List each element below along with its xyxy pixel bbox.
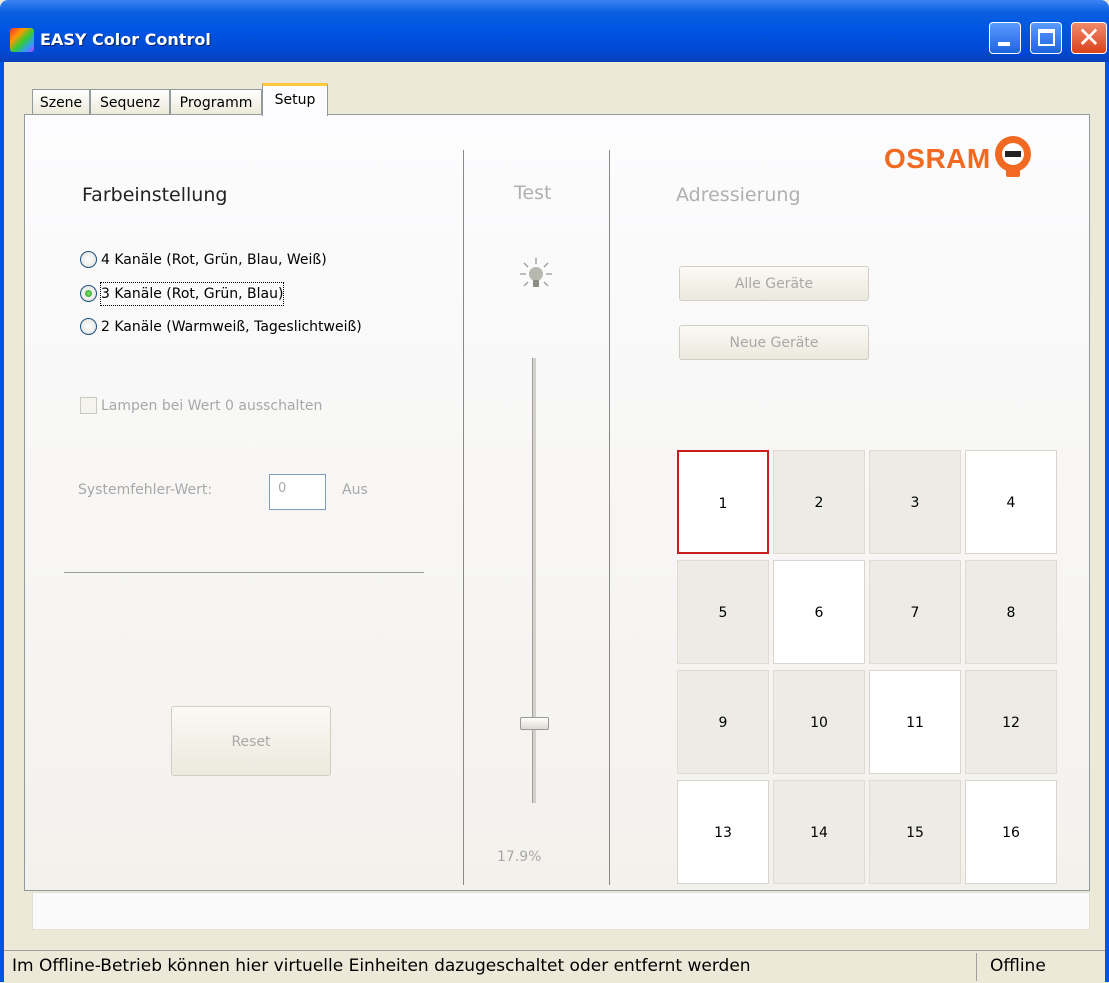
- minimize-icon: [998, 42, 1010, 46]
- device-cell-5[interactable]: 5: [677, 560, 769, 664]
- device-cell-8[interactable]: 8: [965, 560, 1057, 664]
- device-cell-16[interactable]: 16: [965, 780, 1057, 884]
- addressing-heading: Adressierung: [676, 184, 801, 206]
- panel-footer: [32, 892, 1090, 930]
- color-settings-heading: Farbeinstellung: [82, 184, 228, 206]
- column-divider: [463, 150, 464, 885]
- device-cell-13[interactable]: 13: [677, 780, 769, 884]
- radio-button-checked[interactable]: [80, 285, 97, 302]
- brightness-slider-track[interactable]: [532, 358, 536, 803]
- radio-button[interactable]: [80, 251, 97, 268]
- tab-programm[interactable]: Programm: [170, 89, 262, 115]
- brightness-value: 17.9%: [497, 849, 542, 865]
- reset-button[interactable]: Reset: [171, 706, 331, 776]
- radio-label: 3 Kanäle (Rot, Grün, Blau): [99, 282, 285, 306]
- tab-sequenz[interactable]: Sequenz: [90, 89, 170, 115]
- device-cell-15[interactable]: 15: [869, 780, 961, 884]
- radio-label: 4 Kanäle (Rot, Grün, Blau, Weiß): [101, 252, 327, 268]
- device-cell-4[interactable]: 4: [965, 450, 1057, 554]
- test-heading: Test: [514, 182, 552, 204]
- minimize-button[interactable]: [989, 22, 1021, 54]
- column-divider: [609, 150, 610, 885]
- status-bar: Im Offline-Betrieb können hier virtuelle…: [4, 950, 1105, 983]
- tab-setup[interactable]: Setup: [262, 83, 328, 116]
- system-error-label: Systemfehler-Wert:: [78, 482, 213, 498]
- all-devices-button[interactable]: Alle Geräte: [679, 266, 869, 301]
- maximize-icon: [1038, 29, 1055, 46]
- device-cell-1[interactable]: 1: [677, 450, 769, 554]
- system-error-unit: Aus: [342, 482, 368, 498]
- title-bar: EASY Color Control ✕: [0, 0, 1109, 62]
- window-title: EASY Color Control: [40, 30, 211, 49]
- new-devices-button[interactable]: Neue Geräte: [679, 325, 869, 360]
- device-cell-9[interactable]: 9: [677, 670, 769, 774]
- app-icon: [10, 28, 34, 52]
- device-cell-14[interactable]: 14: [773, 780, 865, 884]
- device-cell-2[interactable]: 2: [773, 450, 865, 554]
- status-message: Im Offline-Betrieb können hier virtuelle…: [12, 956, 751, 976]
- status-separator: [976, 953, 977, 981]
- device-cell-11[interactable]: 11: [869, 670, 961, 774]
- osram-logo-text: OSRAM: [884, 143, 991, 174]
- brightness-slider-thumb[interactable]: [520, 717, 549, 730]
- device-cell-7[interactable]: 7: [869, 560, 961, 664]
- system-error-input[interactable]: 0: [269, 474, 326, 510]
- device-cell-3[interactable]: 3: [869, 450, 961, 554]
- device-cell-12[interactable]: 12: [965, 670, 1057, 774]
- tab-szene[interactable]: Szene: [32, 89, 90, 115]
- maximize-button[interactable]: [1030, 22, 1062, 54]
- device-cell-6[interactable]: 6: [773, 560, 865, 664]
- connection-status: Offline: [990, 956, 1046, 976]
- osram-bulb-logo: [995, 136, 1031, 177]
- close-button[interactable]: ✕: [1071, 22, 1107, 54]
- lamp-off-checkbox[interactable]: [80, 397, 97, 414]
- radio-label: 2 Kanäle (Warmweiß, Tageslichtweiß): [101, 319, 362, 335]
- device-cell-10[interactable]: 10: [773, 670, 865, 774]
- close-icon: ✕: [1077, 21, 1101, 54]
- light-bulb-icon: [520, 258, 552, 287]
- radio-button[interactable]: [80, 318, 97, 335]
- lamp-off-label: Lampen bei Wert 0 ausschalten: [101, 398, 323, 414]
- divider: [64, 572, 424, 573]
